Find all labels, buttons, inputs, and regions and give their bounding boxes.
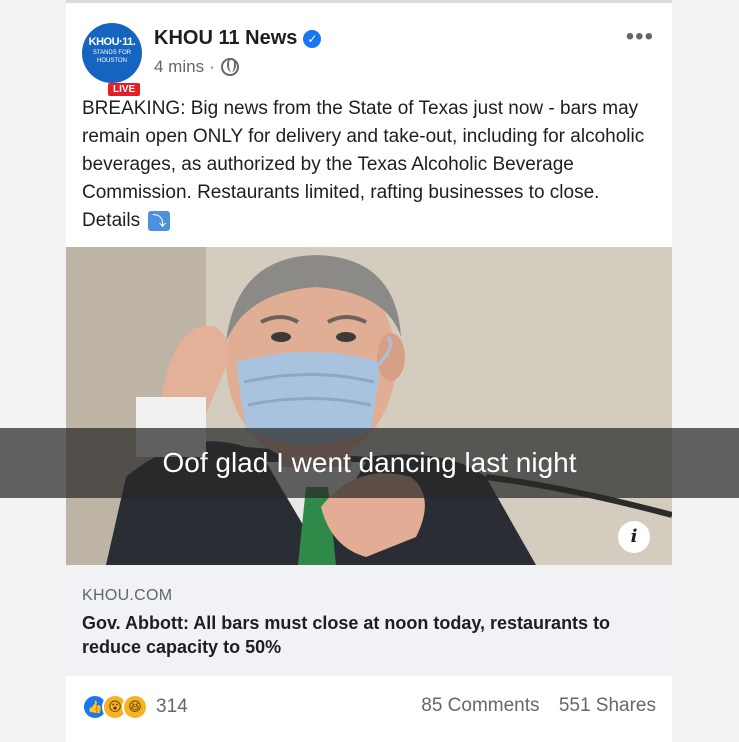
link-domain: KHOU.COM [82, 587, 173, 604]
globe-icon [220, 58, 239, 76]
more-options-icon[interactable]: ••• [626, 25, 654, 49]
snap-caption-bar: Oof glad I went dancing last night [0, 428, 739, 498]
meta-separator: · [209, 57, 215, 76]
info-icon[interactable]: i [618, 521, 650, 553]
avatar-tagline: STANDS FOR [92, 50, 132, 56]
link-preview[interactable]: KHOU.COM Gov. Abbott: All bars must clos… [66, 565, 672, 676]
post-header: KHOU·11. STANDS FOR HOUSTON LIVE KHOU 11… [82, 21, 656, 96]
arrow-down-right-icon[interactable]: ⤵ [148, 210, 171, 231]
comments-count[interactable]: 85 Comments [421, 695, 539, 716]
facebook-post-card: KHOU·11. STANDS FOR HOUSTON LIVE KHOU 11… [66, 0, 672, 742]
reaction-count: 314 [156, 696, 188, 717]
page-avatar[interactable]: KHOU·11. STANDS FOR HOUSTON [82, 23, 142, 83]
verified-badge-icon: ✓ [303, 29, 322, 48]
haha-reaction-icon: 😆 [122, 694, 148, 720]
page-name-row: KHOU 11 News ✓ [154, 27, 322, 50]
photo-illustration [66, 247, 672, 565]
post-timestamp[interactable]: 4 mins [154, 57, 204, 77]
post-body: BREAKING: Big news from the State of Tex… [82, 95, 652, 235]
post-footer: 👍 😮 😆 314 85 Comments 551 Shares [82, 691, 656, 721]
post-meta: 4 mins · [154, 57, 239, 77]
engagement-counts: 85 Comments 551 Shares [421, 695, 656, 717]
page-name[interactable]: KHOU 11 News [154, 27, 297, 50]
reactions-summary[interactable]: 👍 😮 😆 314 [82, 694, 188, 720]
shares-count[interactable]: 551 Shares [559, 695, 656, 716]
avatar-logo-text: KHOU·11. [88, 36, 136, 48]
article-photo[interactable]: i [66, 247, 672, 565]
snap-caption-text: Oof glad I went dancing last night [162, 447, 577, 478]
avatar-tagline-city: HOUSTON [97, 58, 127, 64]
link-title[interactable]: Gov. Abbott: All bars must close at noon… [82, 611, 642, 659]
